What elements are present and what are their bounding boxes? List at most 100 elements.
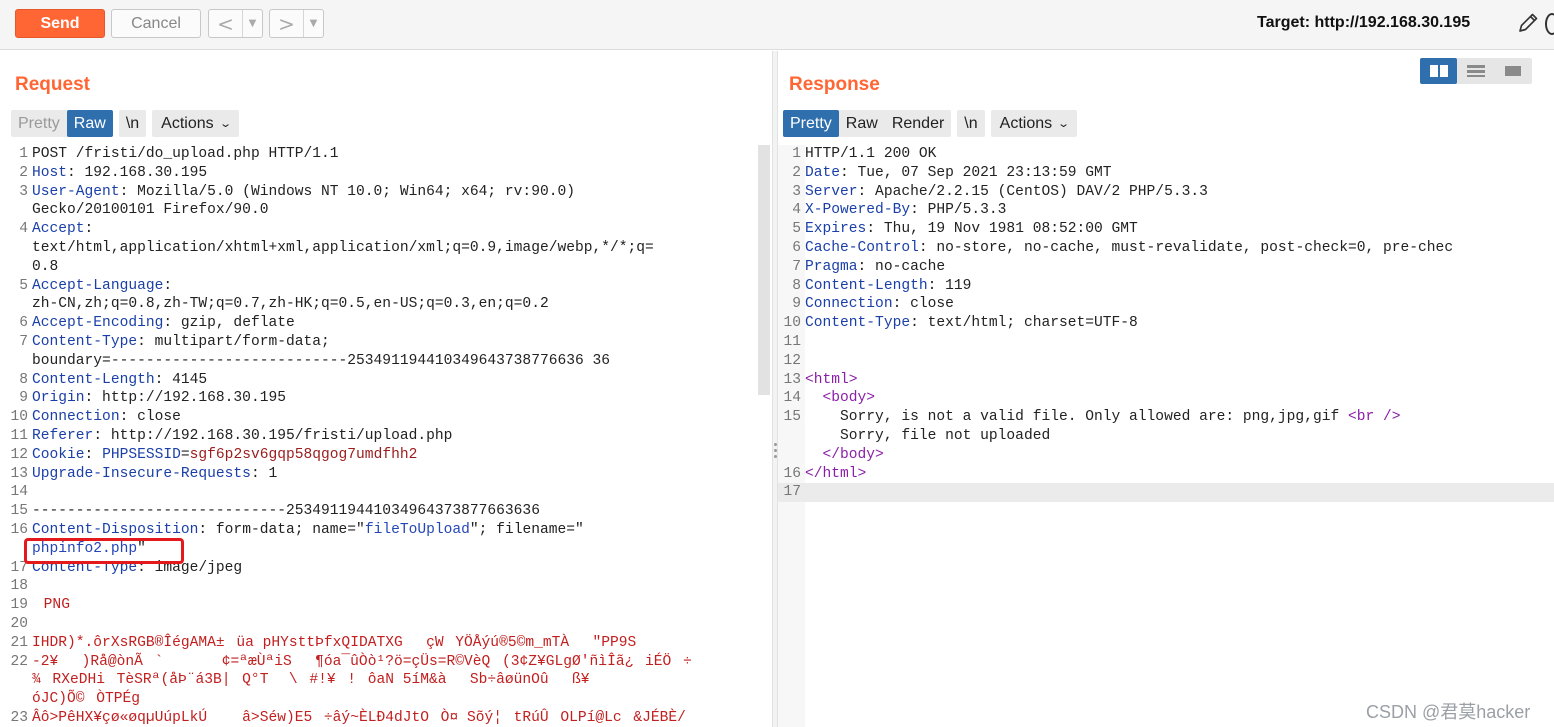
code-line[interactable]: 18 <box>0 577 756 596</box>
code-line[interactable]: 10 Connection: close <box>0 408 756 427</box>
code-line[interactable]: 7 Pragma: no-cache <box>778 258 1554 277</box>
code-text: Pragma: no-cache <box>805 258 945 277</box>
code-token: : 119 <box>927 277 972 294</box>
cancel-button[interactable]: Cancel <box>111 9 201 38</box>
code-line[interactable]: 11 <box>778 333 1554 352</box>
tab-newline-toggle[interactable]: \n <box>957 110 985 137</box>
response-editor[interactable]: 1 HTTP/1.1 200 OK 2 Date: Tue, 07 Sep 2021 … <box>778 145 1554 727</box>
code-token: POST /fristi/do_upload.php HTTP/1.1 <box>32 146 339 162</box>
drag-grip-icon[interactable] <box>774 443 777 458</box>
code-line[interactable]: 9 Connection: close <box>778 295 1554 314</box>
code-line[interactable]: 2 Host: 192.168.30.195 <box>0 164 756 183</box>
code-line[interactable]: 20 <box>0 615 756 634</box>
forward-arrow-icon[interactable]: > <box>270 10 304 37</box>
code-line[interactable]: 5 Accept-Language: <box>0 277 756 296</box>
code-line[interactable]: 10 Content-Type: text/html; charset=UTF-8 <box>778 314 1554 333</box>
code-line[interactable]: Gecko/20100101 Firefox/90.0 <box>0 201 756 220</box>
code-text: Host: 192.168.30.195 <box>32 164 207 183</box>
actions-dropdown[interactable]: Actions ⌄ <box>152 110 239 137</box>
chevron-down-icon[interactable]: ▼ <box>304 18 323 29</box>
tab-newline-toggle[interactable]: \n <box>118 110 147 137</box>
request-title: Request <box>15 74 90 95</box>
tab-render[interactable]: Render <box>885 110 951 137</box>
code-line[interactable]: 5 Expires: Thu, 19 Nov 1981 08:52:00 GMT <box>778 220 1554 239</box>
code-line[interactable]: 15 -----------------------------253491194… <box>0 502 756 521</box>
code-line[interactable]: 21 IHDR)*.ôrXsRGB®ÎégAMA±üa pHYsttÞfxQID… <box>0 634 756 653</box>
code-line[interactable]: 3 User-Agent: Mozilla/5.0 (Windows NT 10.… <box>0 183 756 202</box>
code-line[interactable]: 12 <box>778 352 1554 371</box>
code-line[interactable]: boundary=---------------------------2534… <box>0 352 756 371</box>
line-number: 11 <box>10 427 28 444</box>
layout-toggle <box>1420 58 1532 84</box>
code-line[interactable]: 0.8 <box>0 258 756 277</box>
tab-raw[interactable]: Raw <box>66 110 113 137</box>
code-line[interactable]: 4 X-Powered-By: PHP/5.3.3 <box>778 201 1554 220</box>
code-token: : <box>163 277 173 294</box>
code-line[interactable]: 17 <box>778 483 1554 503</box>
line-number: 18 <box>10 578 28 595</box>
code-line[interactable]: 16 </html> <box>778 465 1554 484</box>
code-line[interactable]: text/html,application/xhtml+xml,applicat… <box>0 239 756 258</box>
code-line[interactable]: 8 Content-Length: 4145 <box>0 371 756 390</box>
request-scrollbar[interactable] <box>758 145 770 395</box>
code-line[interactable]: 13 <html> <box>778 371 1554 390</box>
line-number: 8 <box>792 277 801 294</box>
line-number: 22 <box>10 653 28 670</box>
code-line[interactable]: ¾RXeDHiTèSRª(åÞ¨á3B|Q°T \#!¥!ôaN … <box>0 671 756 690</box>
code-text: </body> <box>805 446 884 465</box>
code-text: User-Agent: Mozilla/5.0 (Windows NT 10.0… <box>32 183 575 202</box>
code-line[interactable]: 9 Origin: http://192.168.30.195 <box>0 389 756 408</box>
code-line[interactable]: 6 Accept-Encoding: gzip, deflate <box>0 314 756 333</box>
code-line[interactable]: 16 Content-Disposition: form-data; name="… <box>0 521 756 540</box>
split-rows-icon[interactable] <box>1457 58 1494 84</box>
code-text: zh-CN,zh;q=0.8,zh-TW;q=0.7,zh-HK;q=0.5,e… <box>32 295 549 314</box>
code-text: Content-Disposition: form-data; name="fi… <box>32 521 584 540</box>
code-line[interactable]: 6 Cache-Control: no-store, no-cache, must… <box>778 239 1554 258</box>
tab-pretty[interactable]: Pretty <box>783 110 839 137</box>
request-editor[interactable]: 1 POST /fristi/do_upload.php HTTP/1.1 2 Hos… <box>0 145 756 727</box>
split-columns-icon[interactable] <box>1420 58 1457 84</box>
code-line[interactable]: 3 Server: Apache/2.2.15 (CentOS) DAV/2 PH… <box>778 183 1554 202</box>
code-line[interactable]: 14 <body> <box>778 389 1554 408</box>
code-token: PHPSESSID <box>102 446 181 463</box>
tab-pretty[interactable]: Pretty <box>11 110 67 137</box>
code-line[interactable]: 22 -2¥)Rå@ònÃ`¢=ªæÙªiS¶óa¯ûÒò¹?… <box>0 653 756 672</box>
code-line[interactable]: 12 Cookie: PHPSESSID=sgf6p2sv6gqp58qgog7u… <box>0 446 756 465</box>
back-history-group[interactable]: < ▼ <box>208 9 263 38</box>
help-icon[interactable] <box>1545 13 1554 35</box>
actions-dropdown[interactable]: Actions ⌄ <box>990 110 1078 137</box>
code-token: : no-store, no-cache, must-revalidate, p… <box>918 239 1454 256</box>
code-line[interactable]: 23 Âô>PêHX¥çø«øqµUúpLkÚâ>Séw)E5÷âý~ÈL… <box>0 709 756 727</box>
code-line[interactable]: 4 Accept: <box>0 220 756 239</box>
code-token: <body> <box>822 390 876 407</box>
tab-raw[interactable]: Raw <box>839 110 885 137</box>
code-text: Cache-Control: no-store, no-cache, must-… <box>805 239 1453 258</box>
code-line[interactable]: 15 Sorry, is not a valid file. Only allo… <box>778 408 1554 427</box>
code-line[interactable]: óJC)Õ©ÒTPÉg <box>0 690 756 709</box>
code-token: Content-Type <box>32 333 138 350</box>
code-line[interactable]: 14 <box>0 483 756 502</box>
code-line[interactable]: 8 Content-Length: 119 <box>778 277 1554 296</box>
code-line[interactable]: zh-CN,zh;q=0.8,zh-TW;q=0.7,zh-HK;q=0.5,e… <box>0 295 756 314</box>
code-token: Connection <box>805 296 893 313</box>
code-line[interactable]: </body> <box>778 446 1554 465</box>
forward-history-group[interactable]: > ▼ <box>269 9 324 38</box>
code-line[interactable]: 13 Upgrade-Insecure-Requests: 1 <box>0 465 756 484</box>
chevron-down-icon[interactable]: ▼ <box>243 18 262 29</box>
code-line[interactable]: 1 HTTP/1.1 200 OK <box>778 145 1554 164</box>
code-line[interactable]: 11 Referer: http://192.168.30.195/fristi/… <box>0 427 756 446</box>
code-token: Content-Disposition <box>32 521 199 538</box>
single-pane-icon[interactable] <box>1494 58 1531 84</box>
back-arrow-icon[interactable]: < <box>209 10 243 37</box>
code-line[interactable]: 19 PNG <box>0 596 756 615</box>
line-number: 9 <box>792 296 801 313</box>
code-token: boundary=---------------------------2534… <box>32 352 611 369</box>
code-line[interactable]: Sorry, file not uploaded <box>778 427 1554 446</box>
code-token: 0.8 <box>32 258 59 275</box>
code-line[interactable]: 1 POST /fristi/do_upload.php HTTP/1.1 <box>0 145 756 164</box>
pencil-icon[interactable] <box>1516 11 1540 35</box>
send-button[interactable]: Send <box>15 9 105 38</box>
code-line[interactable]: 2 Date: Tue, 07 Sep 2021 23:13:59 GMT <box>778 164 1554 183</box>
code-line[interactable]: 7 Content-Type: multipart/form-data; <box>0 333 756 352</box>
line-number <box>0 258 32 277</box>
